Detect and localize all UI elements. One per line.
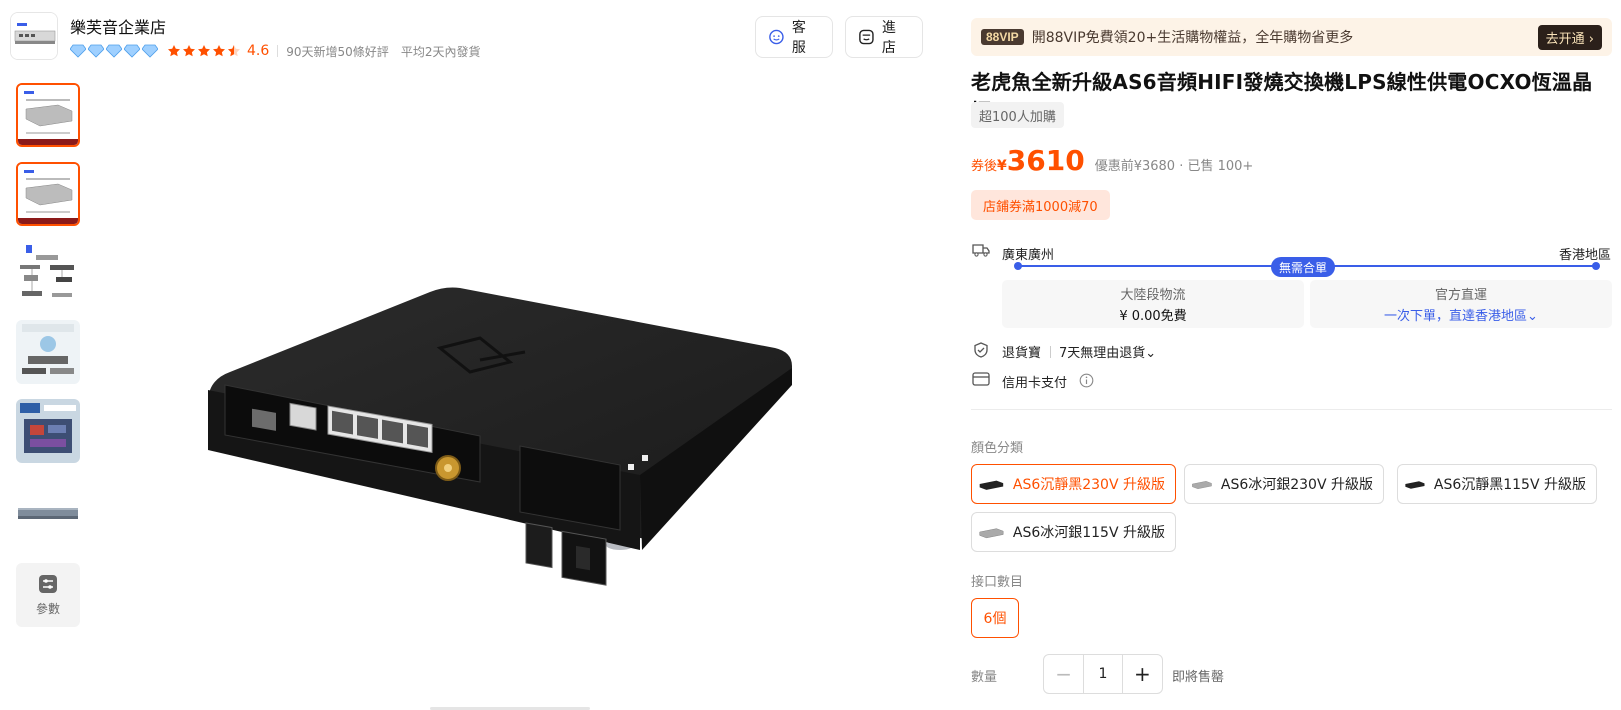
sku-option-label: AS6冰河銀115V 升級版: [1012, 525, 1165, 541]
direct-shipping-link[interactable]: 一次下單，直達香港地區⌄: [1384, 305, 1538, 324]
parameters-label: 參數: [35, 601, 60, 616]
price-value: 3610: [1006, 144, 1085, 177]
enter-store-button[interactable]: 進店: [845, 16, 923, 58]
star-icon: [213, 45, 225, 57]
price-row: 券後 ¥ 3610 優惠前¥3680 · 已售 100+: [971, 144, 1253, 177]
vip-tag: 88VIP: [981, 29, 1024, 45]
info-icon[interactable]: [1079, 373, 1094, 388]
price-label: 券後: [971, 159, 998, 174]
decrease-button[interactable]: −: [1044, 655, 1083, 693]
shop-reviews: 90天新增50條好評: [286, 44, 389, 59]
ship-origin: 廣東廣州: [1002, 248, 1055, 263]
color-label: 顏色分類: [971, 441, 1024, 456]
gallery-thumbnail[interactable]: [16, 162, 80, 226]
main-product-image[interactable]: [180, 250, 840, 590]
price-note: 優惠前¥3680 · 已售 100+: [1094, 159, 1254, 174]
sku-option[interactable]: AS6沉靜黑230V 升級版: [971, 464, 1176, 504]
mainland-logistics-fee: ¥ 0.00免費: [1119, 309, 1187, 324]
service-icon: [769, 29, 784, 45]
interface-label: 接口數目: [971, 575, 1024, 590]
sku-option[interactable]: AS6沉靜黑115V 升級版: [1397, 464, 1597, 504]
store-coupon[interactable]: 店鋪券滿1000減70: [971, 190, 1110, 220]
no-merge-badge: 無需合單: [1271, 257, 1336, 277]
quantity-label: 數量: [971, 670, 998, 685]
sku-option[interactable]: AS6冰河銀115V 升級版: [971, 512, 1176, 552]
vip-diamonds: [70, 44, 158, 58]
route-start-dot: [1014, 262, 1022, 270]
product-thumb-icon: [979, 480, 1004, 490]
ship-destination: 香港地區: [1558, 248, 1611, 263]
store-icon: [859, 29, 874, 45]
diamond-icon: [124, 44, 140, 58]
currency-symbol: ¥: [997, 158, 1007, 174]
credit-card-icon: [972, 372, 990, 386]
section-divider: [971, 409, 1612, 410]
diamond-icon: [106, 44, 122, 58]
mainland-logistics-title: 大陸段物流: [1120, 288, 1186, 303]
customer-service-label: 客服: [791, 20, 806, 56]
popularity-chip: 超100人加購: [971, 102, 1064, 128]
returns-policy[interactable]: 7天無理由退貨⌄: [1059, 342, 1156, 361]
diamond-icon: [142, 44, 158, 58]
diamond-icon: [88, 44, 104, 58]
product-thumb-icon: [979, 528, 1004, 539]
direct-shipping-title: 官方直運: [1434, 288, 1487, 303]
shop-shipping-speed: 平均2天內發貨: [400, 44, 481, 59]
gallery-thumbnail[interactable]: [16, 320, 80, 384]
half-star-icon: [228, 45, 240, 57]
vip-text: 開88VIP免費領20+生活購物權益，全年購物省更多: [1031, 30, 1354, 46]
quantity-stepper: − 1 +: [1043, 654, 1163, 694]
gallery-thumbnail[interactable]: [16, 399, 80, 463]
gallery-thumbnail[interactable]: [16, 241, 80, 305]
shop-name[interactable]: 樂芙音企業店: [70, 14, 166, 38]
returns-label: 退貨寶: [1002, 346, 1042, 361]
star-icon: [198, 45, 210, 57]
vip-open-button[interactable]: 去开通 ›: [1537, 24, 1602, 50]
divider: [277, 45, 279, 57]
star-icon: [168, 45, 180, 57]
shop-rating-row: 4.6 90天新增50條好評 平均2天內發貨: [70, 42, 480, 60]
product-thumb-icon: [1192, 481, 1212, 489]
parameters-button[interactable]: 參數: [16, 563, 80, 627]
star-rating: [167, 44, 241, 58]
quantity-input[interactable]: 1: [1083, 655, 1123, 693]
star-icon: [183, 45, 195, 57]
direct-shipping-box[interactable]: 官方直運 一次下單，直達香港地區⌄: [1310, 280, 1612, 328]
product-thumb-icon: [1405, 481, 1425, 489]
stock-note: 即將售罄: [1172, 670, 1225, 685]
route-end-dot: [1592, 262, 1600, 270]
enter-store-label: 進店: [881, 20, 896, 56]
sliders-icon: [39, 574, 57, 593]
return-shield-icon: [974, 342, 988, 358]
payment-label: 信用卡支付: [1002, 376, 1068, 391]
sku-option-label: AS6冰河銀230V 升級版: [1220, 477, 1373, 493]
divider: [1050, 346, 1051, 358]
increase-button[interactable]: +: [1123, 655, 1162, 693]
shop-logo[interactable]: [10, 12, 58, 60]
interface-option[interactable]: 6個: [971, 598, 1019, 638]
sku-option-label: AS6沉靜黑115V 升級版: [1433, 477, 1586, 493]
vip-banner[interactable]: 88VIP 開88VIP免費領20+生活購物權益，全年購物省更多 去开通 ›: [971, 18, 1612, 56]
sku-option-label: AS6沉靜黑230V 升級版: [1012, 477, 1165, 493]
sku-option[interactable]: AS6冰河銀230V 升級版: [1184, 464, 1384, 504]
diamond-icon: [70, 44, 86, 58]
product-title: 老虎魚全新升級AS6音頻HIFI發燒交換機LPS線性供電OCXO恆溫晶振: [971, 70, 1593, 123]
customer-service-button[interactable]: 客服: [755, 16, 833, 58]
shop-score: 4.6: [247, 43, 270, 59]
gallery-thumbnail[interactable]: [16, 83, 80, 147]
truck-icon: [972, 244, 990, 257]
gallery-thumbnail[interactable]: [16, 478, 80, 542]
mainland-logistics-box: 大陸段物流 ¥ 0.00免費: [1002, 280, 1304, 328]
